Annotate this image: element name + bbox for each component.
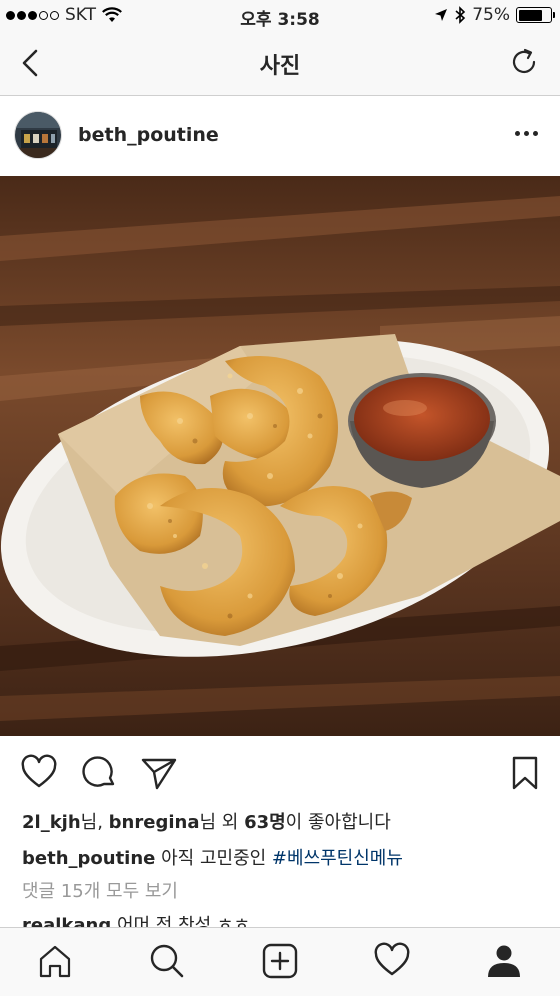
post-photo[interactable] [0, 176, 560, 736]
add-post-icon[interactable] [261, 942, 299, 980]
activity-heart-icon[interactable] [373, 942, 411, 980]
profile-icon[interactable] [485, 942, 523, 980]
bluetooth-icon [455, 6, 466, 24]
avatar-image [15, 112, 61, 158]
refresh-icon[interactable] [508, 46, 540, 78]
battery-percent: 75% [472, 5, 510, 25]
status-bar: SKT 오후 3:58 75% [0, 0, 560, 32]
battery-icon [516, 7, 555, 23]
caption-username[interactable]: beth_poutine [22, 848, 155, 869]
bookmark-icon[interactable] [506, 754, 544, 792]
likes-text: 님, [80, 812, 109, 833]
liker-username-1[interactable]: 2l_kjh [22, 812, 81, 833]
likes-summary[interactable]: 2l_kjh님, bnregina님 외 63명이 좋아합니다 [22, 808, 391, 834]
post-actions [0, 748, 560, 796]
post-header: beth_poutine [0, 97, 560, 175]
heart-icon[interactable] [20, 754, 58, 792]
likes-text: 이 좋아합니다 [285, 812, 391, 833]
location-arrow-icon [435, 9, 448, 21]
liker-username-2[interactable]: bnregina [109, 812, 200, 833]
fried-shrimp-image [0, 176, 560, 736]
status-right: 75% [434, 5, 555, 25]
comment-icon[interactable] [80, 754, 118, 792]
likes-count[interactable]: 63명 [244, 812, 286, 833]
more-horizontal-icon[interactable] [515, 131, 538, 136]
caption-text: 아직 고민중인 [161, 848, 272, 869]
view-all-comments-link[interactable]: 댓글 15개 모두 보기 [22, 877, 178, 903]
caption-hashtag[interactable]: #베쓰푸틴신메뉴 [272, 848, 403, 869]
search-icon[interactable] [148, 942, 186, 980]
post-caption: beth_poutine 아직 고민중인 #베쓰푸틴신메뉴 [22, 844, 403, 870]
page-title: 사진 [259, 54, 301, 79]
tab-bar [0, 927, 560, 996]
post-username[interactable]: beth_poutine [78, 124, 219, 146]
home-icon[interactable] [36, 942, 74, 980]
send-icon[interactable] [140, 754, 178, 792]
likes-text: 님 외 [199, 812, 245, 833]
avatar[interactable] [14, 111, 62, 159]
navigation-bar: 사진 [0, 32, 560, 96]
